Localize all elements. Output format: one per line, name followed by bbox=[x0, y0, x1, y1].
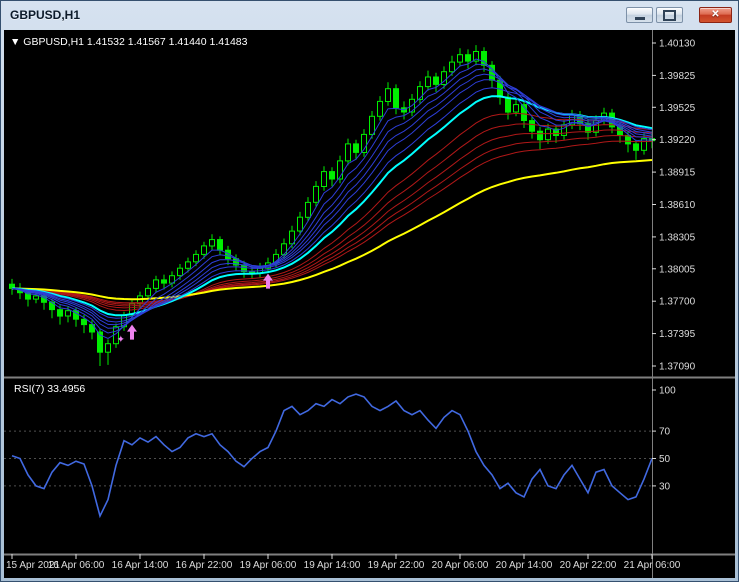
svg-text:1.39525: 1.39525 bbox=[659, 103, 696, 114]
svg-text:21 Apr 06:00: 21 Apr 06:00 bbox=[624, 560, 681, 571]
chart-window: GBPUSD,H1 ✕ ✦ 1.40130 1.39825 1.39525 1.392… bbox=[0, 0, 739, 582]
svg-text:19 Apr 14:00: 19 Apr 14:00 bbox=[304, 560, 361, 571]
svg-text:1.37395: 1.37395 bbox=[659, 329, 696, 340]
window-controls: ✕ bbox=[623, 7, 732, 23]
svg-text:1.40130: 1.40130 bbox=[659, 39, 696, 50]
svg-text:1.38305: 1.38305 bbox=[659, 232, 696, 243]
price-chart-svg[interactable]: ✦ 1.40130 1.39825 1.39525 1.39220 1.38915 1.3… bbox=[4, 30, 735, 578]
svg-text:20 Apr 22:00: 20 Apr 22:00 bbox=[560, 560, 617, 571]
maximize-icon bbox=[663, 10, 676, 21]
minimize-icon bbox=[635, 17, 645, 20]
svg-text:70: 70 bbox=[659, 427, 671, 438]
minimize-button[interactable] bbox=[626, 7, 653, 23]
maximize-button[interactable] bbox=[656, 7, 683, 23]
titlebar[interactable]: GBPUSD,H1 ✕ bbox=[1, 1, 738, 29]
svg-text:19 Apr 06:00: 19 Apr 06:00 bbox=[240, 560, 297, 571]
svg-text:1.39825: 1.39825 bbox=[659, 71, 696, 82]
window-title: GBPUSD,H1 bbox=[10, 8, 80, 22]
svg-text:30: 30 bbox=[659, 481, 671, 492]
svg-text:19 Apr 22:00: 19 Apr 22:00 bbox=[368, 560, 425, 571]
svg-text:20 Apr 14:00: 20 Apr 14:00 bbox=[496, 560, 553, 571]
rsi-label: RSI(7) 33.4956 bbox=[14, 383, 85, 395]
svg-text:1.38610: 1.38610 bbox=[659, 200, 696, 211]
rsi-indicator-layer bbox=[4, 394, 652, 516]
chart-body[interactable]: ✦ 1.40130 1.39825 1.39525 1.39220 1.38915 1.3… bbox=[4, 30, 735, 578]
svg-text:16 Apr 22:00: 16 Apr 22:00 bbox=[176, 560, 233, 571]
close-button[interactable]: ✕ bbox=[699, 7, 732, 23]
svg-text:50: 50 bbox=[659, 454, 671, 465]
svg-text:1.37090: 1.37090 bbox=[659, 362, 696, 373]
symbol-ohlc-header[interactable]: ▼ GBPUSD,H1 1.41532 1.41567 1.41440 1.41… bbox=[10, 36, 248, 48]
svg-text:16 Apr 14:00: 16 Apr 14:00 bbox=[112, 560, 169, 571]
svg-text:✦: ✦ bbox=[117, 334, 125, 345]
svg-text:1.38005: 1.38005 bbox=[659, 264, 696, 275]
svg-text:20 Apr 06:00: 20 Apr 06:00 bbox=[432, 560, 489, 571]
svg-text:1.38915: 1.38915 bbox=[659, 168, 696, 179]
svg-text:1.39220: 1.39220 bbox=[659, 135, 696, 146]
close-icon: ✕ bbox=[711, 10, 719, 20]
svg-text:1.37700: 1.37700 bbox=[659, 297, 696, 308]
svg-text:16 Apr 06:00: 16 Apr 06:00 bbox=[48, 560, 105, 571]
axes-layer[interactable]: 1.40130 1.39825 1.39525 1.39220 1.38915 1.386… bbox=[4, 30, 735, 578]
svg-text:100: 100 bbox=[659, 386, 676, 397]
ma-ribbons-layer bbox=[12, 59, 652, 338]
